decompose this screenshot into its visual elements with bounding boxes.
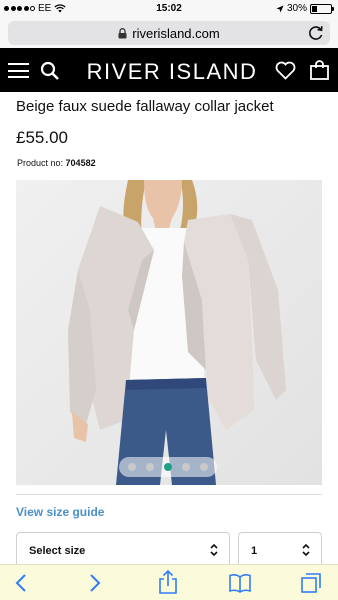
carousel-dot[interactable] [146, 463, 154, 471]
product-title: Beige faux suede fallaway collar jacket [16, 98, 274, 115]
size-select-label: Select size [29, 545, 86, 557]
product-price: £55.00 [16, 128, 68, 147]
site-header: RIVER ISLAND [0, 48, 338, 92]
divider [16, 494, 322, 495]
url-text: riverisland.com [132, 25, 220, 41]
carousel-dot[interactable] [164, 463, 172, 471]
tabs-icon[interactable] [300, 572, 322, 594]
heart-icon[interactable] [275, 61, 296, 80]
forward-icon[interactable] [88, 573, 102, 593]
bag-icon[interactable] [310, 60, 329, 80]
product-photo [16, 180, 322, 485]
chevron-updown-icon [302, 543, 310, 557]
url-field[interactable]: riverisland.com [8, 21, 330, 45]
reload-icon[interactable] [304, 21, 328, 45]
product-number-label: Product no: [17, 158, 64, 168]
share-icon[interactable] [158, 570, 178, 594]
browser-address-bar: riverisland.com [0, 18, 338, 48]
status-bar: EE 15:02 30% [0, 0, 338, 18]
product-image[interactable] [16, 180, 322, 485]
brand-logo[interactable]: RIVER ISLAND [72, 59, 272, 85]
carousel-dot[interactable] [182, 463, 190, 471]
status-right: 30% [276, 3, 334, 14]
product-number-value: 704582 [65, 158, 96, 168]
bookmarks-icon[interactable] [228, 573, 252, 593]
product-number: Product no: 704582 [17, 158, 96, 168]
size-guide-link[interactable]: View size guide [16, 505, 104, 519]
back-icon[interactable] [14, 573, 28, 593]
menu-icon[interactable] [8, 63, 29, 78]
battery-icon [310, 3, 334, 14]
browser-toolbar [0, 564, 338, 600]
carousel-dot[interactable] [128, 463, 136, 471]
quantity-value: 1 [251, 545, 258, 557]
carousel-indicator [119, 457, 217, 477]
battery-percent: 30% [286, 3, 307, 14]
carousel-dot[interactable] [200, 463, 208, 471]
chevron-updown-icon [210, 543, 218, 557]
search-icon[interactable] [40, 61, 60, 81]
location-arrow-icon [276, 5, 284, 12]
lock-icon [118, 27, 127, 38]
